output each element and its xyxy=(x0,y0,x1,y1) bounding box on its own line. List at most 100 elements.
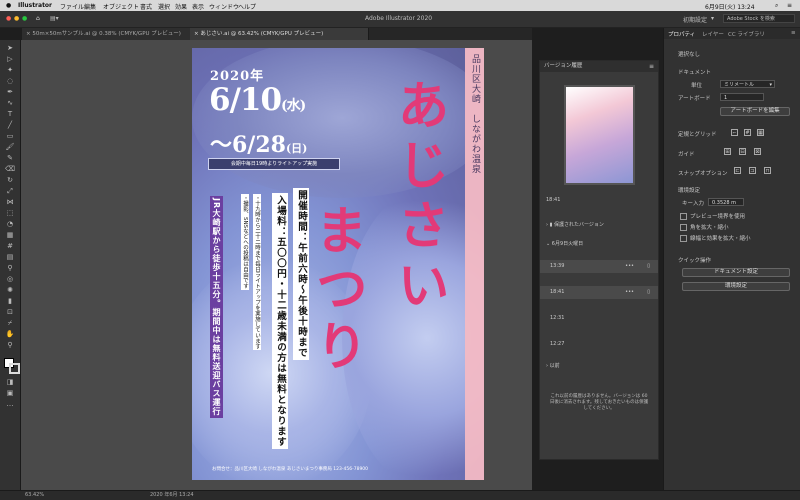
menu-object[interactable]: オブジェクト xyxy=(103,2,139,11)
panel-menu-icon[interactable]: ≡ xyxy=(791,30,796,36)
scale-strokes-checkbox[interactable] xyxy=(680,235,687,242)
arrange-documents-icon[interactable]: ▤▾ xyxy=(50,15,59,22)
key-input-field[interactable]: 0.3528 m xyxy=(708,198,744,206)
bookmark-icon[interactable]: ▯ xyxy=(647,260,650,273)
tab-ajisai-doc[interactable]: × あじさい.ai @ 63.42% (CMYK/GPU プレビュー) xyxy=(190,28,369,40)
version-time: 13:39 xyxy=(550,263,565,269)
curvature-tool-icon[interactable]: ∿ xyxy=(5,99,15,107)
mesh-tool-icon[interactable]: # xyxy=(5,242,15,250)
direct-selection-tool-icon[interactable]: ▷ xyxy=(5,55,15,63)
menu-effect[interactable]: 効果 xyxy=(175,2,187,11)
artboard-poster[interactable]: 2020年 6/10(水) 〜6/28(日) 会期中毎日19時よりライトアップ実… xyxy=(192,48,484,480)
bookmark-icon[interactable]: ▯ xyxy=(647,286,650,299)
eraser-tool-icon[interactable]: ⌫ xyxy=(5,165,15,173)
snap-to-pixel-icon[interactable]: ⊐ xyxy=(749,167,756,174)
menu-help[interactable]: ヘルプ xyxy=(238,2,256,11)
type-tool-icon[interactable]: T xyxy=(5,110,15,118)
stroke-color-swatch[interactable] xyxy=(9,363,20,374)
slice-tool-icon[interactable]: ⌿ xyxy=(5,319,15,327)
preview-bounds-checkbox[interactable] xyxy=(680,213,687,220)
close-window-icon[interactable]: ● xyxy=(6,15,11,22)
ruler-icon[interactable]: ⌐ xyxy=(731,129,738,136)
menu-type[interactable]: 書式 xyxy=(140,2,152,11)
perspective-grid-tool-icon[interactable]: ▦ xyxy=(5,231,15,239)
unit-select[interactable]: ミリメートル ▾ xyxy=(720,80,775,88)
scale-corners-checkbox[interactable] xyxy=(680,224,687,231)
chevron-down-icon: ⌄ xyxy=(546,241,551,247)
menu-window[interactable]: ウィンドウ xyxy=(209,2,239,11)
version-row[interactable]: 12:31 xyxy=(540,312,658,325)
snap-to-glyph-icon[interactable]: ⊓ xyxy=(764,167,771,174)
rectangle-tool-icon[interactable]: ▭ xyxy=(5,132,15,140)
menu-file[interactable]: ファイル xyxy=(60,2,84,11)
version-thumbnail[interactable] xyxy=(564,85,635,185)
free-transform-tool-icon[interactable]: ⬚ xyxy=(5,209,15,217)
history-message: これ以前の履歴はありません。バージョンは 60 日後に消去されます。残しておきた… xyxy=(549,394,649,411)
tab-layers[interactable]: レイヤー xyxy=(702,30,724,38)
chevron-right-icon: › xyxy=(546,222,548,228)
selection-tool-icon[interactable]: ➤ xyxy=(5,44,15,52)
edit-toolbar-icon[interactable]: … xyxy=(5,400,15,408)
preferences-button[interactable]: 環境設定 xyxy=(682,282,790,291)
zoom-tool-icon[interactable]: ⚲ xyxy=(5,341,15,349)
blend-tool-icon[interactable]: ◎ xyxy=(5,275,15,283)
panel-menu-icon[interactable]: ≡ xyxy=(649,63,654,70)
line-tool-icon[interactable]: ╱ xyxy=(5,121,15,129)
lasso-tool-icon[interactable]: ◌ xyxy=(5,77,15,85)
shape-builder-tool-icon[interactable]: ◔ xyxy=(5,220,15,228)
version-row[interactable]: 18:41 ••• ▯ xyxy=(540,286,658,299)
symbol-sprayer-tool-icon[interactable]: ✺ xyxy=(5,286,15,294)
home-icon[interactable]: ⌂ xyxy=(36,15,40,22)
snap-options-label: スナップオプション xyxy=(678,171,728,177)
menu-list-icon[interactable]: ≡ xyxy=(787,2,792,9)
minimize-window-icon[interactable]: ● xyxy=(14,15,19,22)
menu-select[interactable]: 選択 xyxy=(158,2,170,11)
poster-title-line1: あじさい xyxy=(388,78,449,318)
current-version-row[interactable]: 18:41 xyxy=(540,194,658,207)
lock-guides-icon[interactable]: ⊟ xyxy=(739,148,746,155)
saved-versions-toggle[interactable]: › ▮ 保護されたバージョン xyxy=(540,219,658,232)
pen-tool-icon[interactable]: ✒ xyxy=(5,88,15,96)
smart-guides-icon[interactable]: ⊠ xyxy=(754,148,761,155)
column-graph-tool-icon[interactable]: ▮ xyxy=(5,297,15,305)
screen-mode-icon[interactable]: ▣ xyxy=(5,389,15,397)
menu-app[interactable]: Illustrator xyxy=(18,2,52,9)
older-versions-toggle[interactable]: › 以前 xyxy=(540,360,658,373)
chevron-down-icon[interactable]: ▾ xyxy=(711,15,714,22)
transparency-grid-icon[interactable]: ▦ xyxy=(757,129,764,136)
pencil-tool-icon[interactable]: ✎ xyxy=(5,154,15,162)
more-options-icon[interactable]: ••• xyxy=(625,286,634,299)
more-options-icon[interactable]: ••• xyxy=(625,260,634,273)
show-guides-icon[interactable]: ⊞ xyxy=(724,148,731,155)
date-group-toggle[interactable]: ⌄ 6月9日火曜日 xyxy=(540,238,658,251)
hand-tool-icon[interactable]: ✋ xyxy=(5,330,15,338)
tab-properties[interactable]: プロパティ xyxy=(668,30,695,38)
tab-cc-libraries[interactable]: CC ライブラリ xyxy=(728,30,765,38)
tab-sample-doc[interactable]: × 50m×50mサンプル.ai @ 0.38% (CMYK/GPU プレビュー… xyxy=(22,28,191,40)
snap-to-point-icon[interactable]: ⊏ xyxy=(734,167,741,174)
zoom-window-icon[interactable]: ● xyxy=(22,15,27,22)
grid-icon[interactable]: # xyxy=(744,129,751,136)
edit-artboard-button[interactable]: アートボードを編集 xyxy=(720,107,790,116)
menu-view[interactable]: 表示 xyxy=(192,2,204,11)
drawing-modes-icon[interactable]: ◨ xyxy=(5,378,15,386)
magic-wand-tool-icon[interactable]: ✦ xyxy=(5,66,15,74)
apple-icon[interactable]: ● xyxy=(6,2,11,9)
paintbrush-tool-icon[interactable]: 🖌 xyxy=(5,143,15,151)
width-tool-icon[interactable]: ⋈ xyxy=(5,198,15,206)
artboard-tool-icon[interactable]: ⊡ xyxy=(5,308,15,316)
menu-edit[interactable]: 編集 xyxy=(84,2,96,11)
stock-search-input[interactable]: Adobe Stock を検索 xyxy=(723,14,795,23)
document-setup-button[interactable]: ドキュメント設定 xyxy=(682,268,790,277)
workspace-switcher[interactable]: 初期設定 xyxy=(683,15,707,24)
eyedropper-tool-icon[interactable]: ⚲ xyxy=(5,264,15,272)
close-icon[interactable]: × xyxy=(26,31,31,37)
search-icon[interactable]: ⌕ xyxy=(775,2,778,10)
rotate-tool-icon[interactable]: ↻ xyxy=(5,176,15,184)
close-icon[interactable]: × xyxy=(194,31,199,37)
version-row[interactable]: 12:27 xyxy=(540,338,658,351)
scale-tool-icon[interactable]: ⤢ xyxy=(5,187,15,195)
version-row[interactable]: 13:39 ••• ▯ xyxy=(540,260,658,273)
artboard-select[interactable]: 1 xyxy=(720,93,764,101)
gradient-tool-icon[interactable]: ▤ xyxy=(5,253,15,261)
